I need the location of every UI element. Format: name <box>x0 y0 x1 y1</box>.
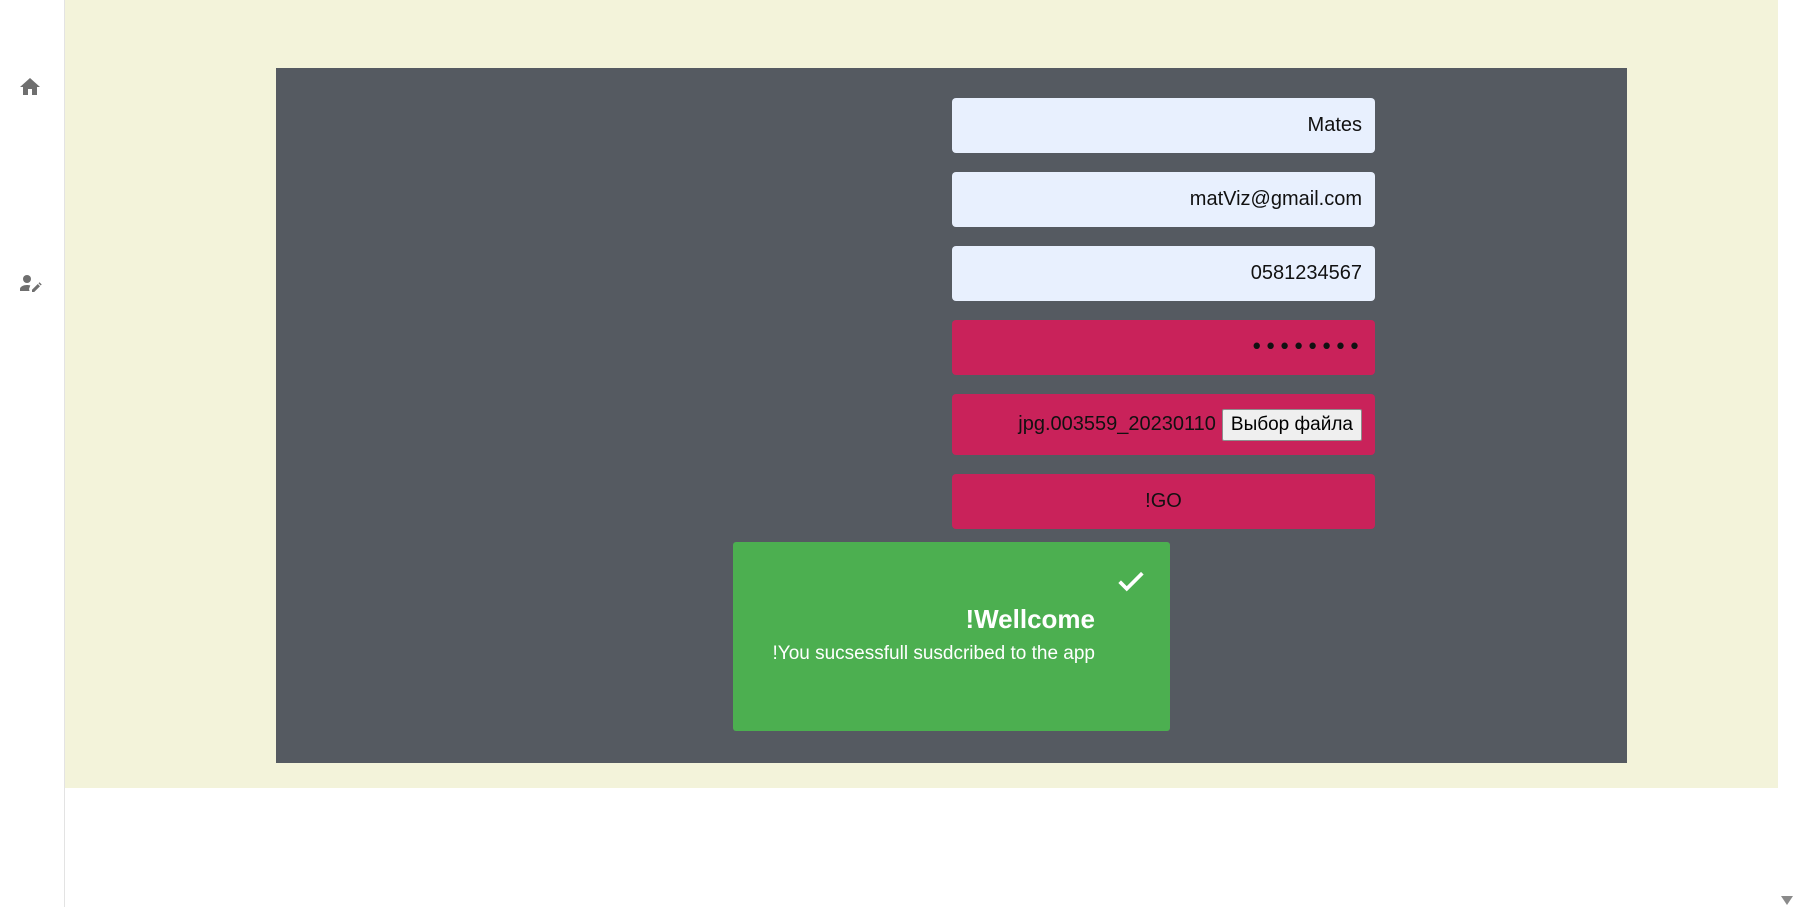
go-button[interactable]: !GO <box>952 474 1375 529</box>
password-input[interactable]: •••••••• <box>1250 335 1362 360</box>
success-text: !You sucsessfull susdcribed to the app <box>772 643 1096 664</box>
password-field[interactable]: •••••••• <box>952 320 1375 375</box>
file-name-label: jpg.003559_20230110 <box>1018 413 1216 435</box>
name-field[interactable] <box>952 98 1375 153</box>
scroll-down-arrow-icon[interactable] <box>1781 896 1793 905</box>
home-icon[interactable] <box>18 75 42 99</box>
choose-file-button[interactable]: Выбор файла <box>1221 408 1362 441</box>
user-edit-icon[interactable] <box>18 271 42 295</box>
phone-input[interactable] <box>965 262 1362 285</box>
success-alert: !Wellcome !You sucsessfull susdcribed to… <box>733 542 1170 731</box>
name-input[interactable] <box>965 114 1362 137</box>
sidebar <box>0 0 65 907</box>
email-input[interactable] <box>965 188 1362 211</box>
main-area: •••••••• jpg.003559_20230110 Выбор файла… <box>65 0 1778 788</box>
phone-field[interactable] <box>952 246 1375 301</box>
go-button-label: !GO <box>1145 490 1182 512</box>
check-icon <box>1114 564 1148 598</box>
file-upload-field[interactable]: jpg.003559_20230110 Выбор файла <box>952 394 1375 455</box>
email-field[interactable] <box>952 172 1375 227</box>
success-title: !Wellcome <box>965 604 1095 634</box>
